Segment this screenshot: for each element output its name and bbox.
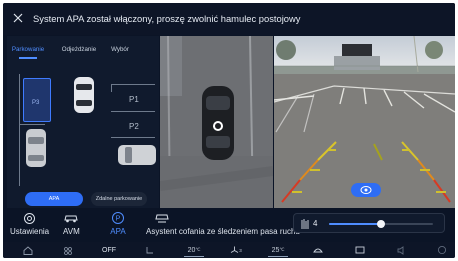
parking-screen: System APA został włączony, proszę zwoln… (3, 3, 455, 258)
slot-label-p3: P3 (32, 100, 40, 106)
close-button[interactable] (9, 9, 27, 27)
function-apa[interactable]: P APA (110, 211, 126, 236)
slot-line (19, 74, 20, 186)
slot-line (19, 124, 45, 125)
volume-fill (329, 223, 381, 225)
fan-level: 3 (239, 247, 242, 253)
tab-departure[interactable]: Odjeżdżanie (61, 42, 97, 56)
notification-message: System APA został włączony, proszę zwoln… (33, 13, 301, 24)
seat-heat-left-button[interactable] (143, 243, 157, 257)
temp-right[interactable]: 25 ℃ (265, 243, 291, 257)
apa-button[interactable]: APA (25, 192, 83, 206)
temp-underline (184, 256, 204, 257)
gear-icon (437, 245, 447, 255)
rear-defrost-button[interactable] (353, 243, 367, 257)
tab-select[interactable]: Wybór (109, 42, 131, 56)
avm-car-icon (63, 211, 79, 225)
avm-camera-view (160, 36, 273, 208)
volume-mute-button[interactable] (395, 243, 409, 257)
home-button[interactable] (21, 243, 35, 257)
close-icon (13, 13, 23, 23)
temp-unit: ℃ (195, 247, 201, 252)
front-defrost-icon (313, 248, 323, 253)
function-reverse-assist[interactable]: Asystent cofania ze śledzeniem pasa ruch… (146, 211, 300, 236)
function-avm[interactable]: AVM (63, 211, 80, 236)
parked-car-icon (26, 129, 46, 167)
function-label: Asystent cofania ze śledzeniem pasa ruch… (146, 227, 300, 236)
parked-car-right-icon (118, 145, 156, 165)
view-switch-button[interactable] (351, 183, 381, 197)
fan-speed[interactable]: 3 (225, 243, 247, 257)
settings-icon (22, 211, 38, 225)
ego-car-topdown (202, 86, 234, 160)
svg-text:P: P (116, 216, 121, 223)
temp-left[interactable]: 20 ℃ (181, 243, 207, 257)
volume-control: 4 (293, 213, 445, 233)
slot-label-p2: P2 (129, 122, 139, 131)
temp-left-value: 20 (187, 246, 196, 254)
settings-dock-button[interactable] (435, 243, 449, 257)
apps-button[interactable] (61, 243, 75, 257)
speaker-icon (397, 245, 404, 255)
parking-control-panel: Parkowanie Odjeżdżanie Wybór P3 P1 P2 AP… (7, 36, 159, 208)
volume-slider[interactable] (329, 220, 433, 228)
function-label: APA (110, 227, 126, 236)
rear-defrost-icon (355, 246, 365, 254)
apps-icon (64, 246, 72, 255)
slot-line (111, 84, 112, 92)
temp-right-value: 25 (271, 246, 280, 254)
function-settings[interactable]: Ustawienia (10, 211, 49, 236)
function-label: Ustawienia (10, 227, 50, 236)
slot-line (111, 111, 155, 112)
ego-car-icon (74, 77, 94, 113)
reverse-assist-icon (154, 211, 170, 225)
apa-parking-icon: P (110, 211, 126, 225)
temp-underline (268, 256, 288, 257)
temp-unit: ℃ (279, 247, 285, 252)
volume-slider-knob[interactable] (377, 220, 385, 228)
volume-value: 4 (313, 219, 318, 228)
camera-view-icon (360, 186, 372, 194)
remote-parking-button[interactable]: Zdalne parkowanie (91, 192, 147, 206)
ac-off-button[interactable]: OFF (99, 243, 119, 257)
front-defrost-button[interactable] (311, 243, 325, 257)
function-label: AVM (63, 227, 80, 236)
slot-label-p1: P1 (129, 95, 139, 104)
notification-bar: System APA został włączony, proszę zwoln… (3, 3, 455, 35)
active-tab-indicator (19, 57, 37, 59)
seat-heat-icon (146, 247, 153, 254)
avm-scene (160, 36, 273, 208)
fan-icon (231, 246, 239, 253)
slot-line (111, 84, 155, 85)
tab-parking[interactable]: Parkowanie (12, 42, 44, 56)
climate-dock: OFF 20 ℃ 3 25 ℃ (3, 242, 455, 258)
home-icon (23, 245, 33, 255)
volume-icon (301, 219, 309, 229)
slot-line (111, 137, 155, 138)
